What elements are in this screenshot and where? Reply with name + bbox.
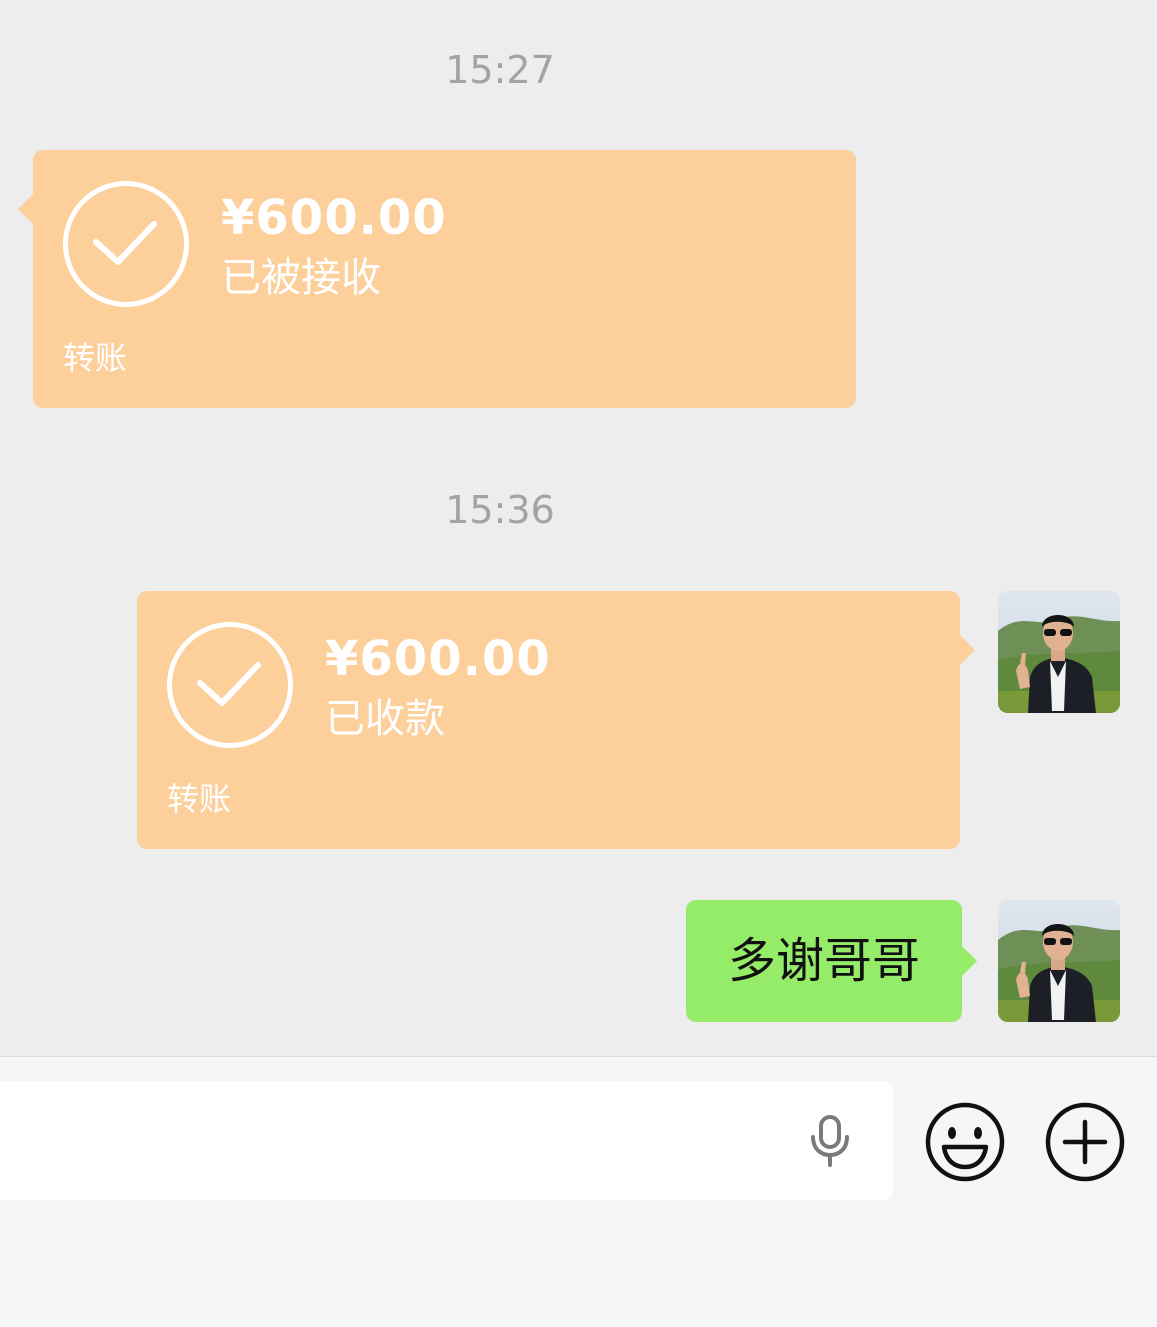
transfer-status: 已被接收 xyxy=(221,255,381,301)
transfer-bubble-received[interactable]: ¥600.00 已被接收 转账 xyxy=(18,150,856,408)
message-text: 多谢哥哥 xyxy=(727,933,920,989)
transfer-amount: ¥600.00 xyxy=(221,190,447,246)
avatar[interactable] xyxy=(998,900,1120,1022)
transfer-bubble-sent[interactable]: ¥600.00 已收款 转账 xyxy=(137,591,975,849)
chat-area[interactable]: 15:27 ¥600.00 已被接收 转账 15:36 ¥600.00 已收款 … xyxy=(0,0,1157,1056)
emoji-icon[interactable] xyxy=(924,1101,1006,1183)
message-input[interactable] xyxy=(0,1081,893,1200)
input-bar xyxy=(0,1056,1157,1327)
check-circle-icon xyxy=(63,181,189,307)
avatar[interactable] xyxy=(998,591,1120,713)
microphone-icon[interactable] xyxy=(807,1115,853,1171)
transfer-label: 转账 xyxy=(167,780,232,818)
check-circle-icon xyxy=(167,622,293,748)
bubble-tail xyxy=(960,635,975,665)
text-message-bubble[interactable]: 多谢哥哥 xyxy=(686,900,977,1022)
timestamp: 15:36 xyxy=(445,488,555,532)
transfer-label: 转账 xyxy=(63,339,128,377)
plus-icon[interactable] xyxy=(1044,1101,1126,1183)
bubble-tail xyxy=(962,946,977,976)
transfer-amount: ¥600.00 xyxy=(325,631,551,687)
bubble-tail xyxy=(18,194,33,224)
transfer-status: 已收款 xyxy=(325,696,445,742)
timestamp: 15:27 xyxy=(445,48,555,92)
